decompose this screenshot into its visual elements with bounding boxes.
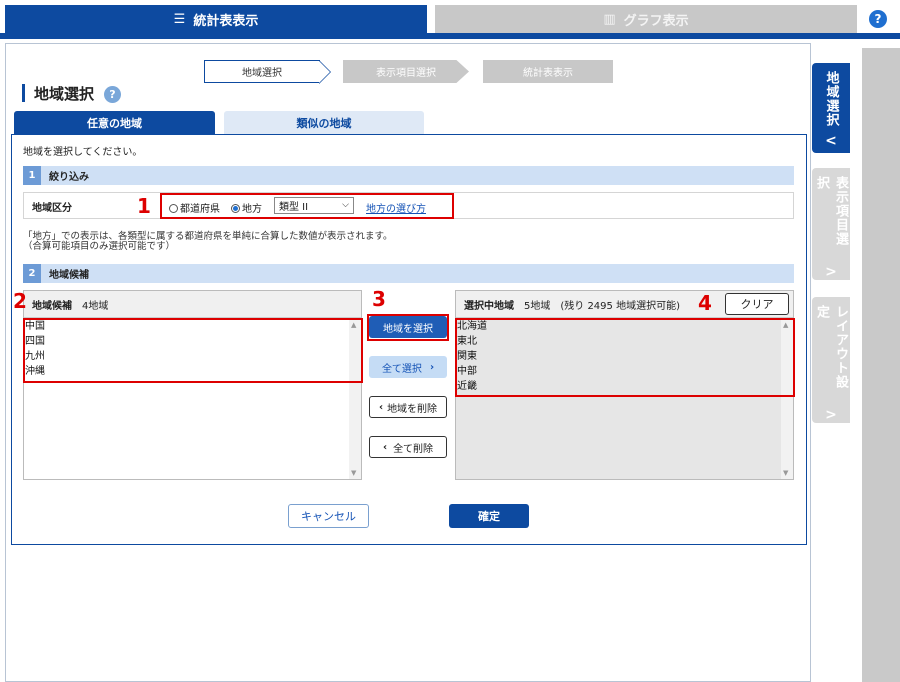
remove-all-label: 全て削除 bbox=[393, 443, 434, 455]
selected-count: 5地域 (残り 2495 地域選択可能) bbox=[524, 300, 680, 312]
side-tab-label: 地域選択 bbox=[823, 71, 839, 127]
remove-region-button[interactable]: ‹ 地域を削除 bbox=[369, 396, 447, 418]
right-sidebar-strip bbox=[862, 48, 900, 682]
note-text: （合算可能項目のみ選択可能です） bbox=[23, 241, 176, 252]
section-title: 絞り込み bbox=[49, 172, 89, 183]
remove-all-button[interactable]: ‹ 全て削除 bbox=[369, 436, 447, 458]
filter-label: 地域区分 bbox=[32, 203, 72, 214]
chevron-left-icon: < bbox=[825, 133, 837, 149]
scroll-down-icon[interactable]: ▼ bbox=[783, 469, 788, 477]
clear-button[interactable]: クリア bbox=[725, 293, 789, 315]
tab-stats-label: 統計表表示 bbox=[193, 13, 259, 29]
chevron-left-icon: ‹ bbox=[378, 401, 384, 413]
chevron-right-icon: > bbox=[825, 407, 837, 423]
step-item-select: 表示項目選択 bbox=[343, 60, 469, 83]
annotation-number: 1 bbox=[137, 194, 151, 218]
tab-similar-region[interactable]: 類似の地域 bbox=[224, 111, 424, 134]
annotation-number: 3 bbox=[372, 287, 386, 311]
help-icon[interactable]: ? bbox=[104, 86, 121, 103]
cancel-button[interactable]: キャンセル bbox=[288, 504, 369, 528]
side-tab-label: レイアウト設定 bbox=[814, 305, 848, 389]
step-region-select: 地域選択 bbox=[204, 60, 320, 83]
tab-any-region[interactable]: 任意の地域 bbox=[14, 111, 215, 134]
step-arrow-inner bbox=[319, 61, 330, 83]
page-title: 地域選択 bbox=[34, 85, 95, 103]
annotation-box-3 bbox=[367, 314, 449, 341]
step-table-display: 統計表表示 bbox=[483, 60, 613, 83]
table-icon: ☰ bbox=[173, 11, 186, 27]
side-tab-layout[interactable]: レイアウト設定 > bbox=[812, 297, 850, 423]
chevron-right-icon: > bbox=[825, 264, 837, 280]
remove-region-label: 地域を削除 bbox=[387, 403, 438, 415]
tab-underline bbox=[0, 33, 900, 39]
bar-chart-icon: ▥ bbox=[603, 11, 616, 27]
select-all-button[interactable]: 全て選択 › bbox=[369, 356, 447, 378]
help-icon[interactable]: ? bbox=[869, 10, 887, 28]
candidate-title: 地域候補 bbox=[32, 300, 72, 312]
section-number: 1 bbox=[23, 166, 41, 185]
tab-graph-label: グラフ表示 bbox=[623, 13, 689, 29]
annotation-box-1 bbox=[160, 193, 454, 219]
select-all-label: 全て選択 bbox=[381, 363, 422, 375]
scroll-down-icon[interactable]: ▼ bbox=[351, 469, 356, 477]
candidate-header: 地域候補 4地域 bbox=[24, 291, 361, 318]
annotation-box-2 bbox=[23, 318, 363, 383]
section-candidates-header: 2 地域候補 bbox=[23, 264, 794, 283]
selected-title: 選択中地域 bbox=[464, 300, 514, 312]
tab-graph[interactable]: ▥ グラフ表示 bbox=[435, 5, 857, 33]
candidate-count: 4地域 bbox=[82, 300, 109, 312]
instruction-text: 地域を選択してください。 bbox=[23, 147, 143, 158]
annotation-box-4 bbox=[455, 318, 795, 397]
annotation-number: 2 bbox=[13, 289, 27, 313]
side-tab-region-select[interactable]: 地域選択 < bbox=[812, 63, 850, 153]
section-filter-header: 1 絞り込み bbox=[23, 166, 794, 185]
heading-accent bbox=[22, 84, 25, 102]
side-tab-label: 表示項目選択 bbox=[814, 176, 848, 246]
section-number: 2 bbox=[23, 264, 41, 283]
annotation-number: 4 bbox=[698, 291, 712, 315]
chevron-right-icon: › bbox=[429, 361, 435, 373]
section-title: 地域候補 bbox=[49, 270, 89, 281]
tab-stats-table[interactable]: ☰ 統計表表示 bbox=[5, 5, 427, 33]
confirm-button[interactable]: 確定 bbox=[449, 504, 529, 528]
side-tab-item-select[interactable]: 表示項目選択 > bbox=[812, 168, 850, 280]
chevron-left-icon: ‹ bbox=[382, 441, 388, 453]
